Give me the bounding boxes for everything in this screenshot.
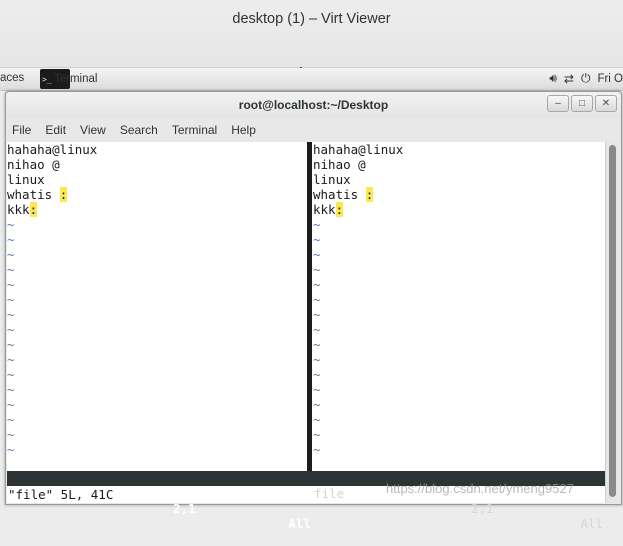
- empty-line-marker: ~: [313, 322, 321, 337]
- statusline-position: 2,1: [173, 501, 196, 516]
- empty-line-marker: ~: [7, 397, 15, 412]
- buffer-line: hahaha@linux: [313, 142, 605, 157]
- close-button[interactable]: ✕: [595, 95, 617, 112]
- empty-line-marker: ~: [313, 442, 321, 457]
- empty-line-marker: ~: [313, 352, 321, 367]
- empty-line-marker: ~: [7, 217, 15, 232]
- terminal-titlebar[interactable]: root@localhost:~/Desktop – □ ✕: [6, 92, 621, 118]
- statusline-percent: All: [288, 516, 311, 531]
- menu-file[interactable]: File: [6, 123, 38, 137]
- buffer-line: whatis :: [313, 187, 605, 202]
- empty-line-marker: ~: [7, 412, 15, 427]
- empty-line-marker: ~: [7, 232, 15, 247]
- empty-line-marker: ~: [7, 382, 15, 397]
- buffer-line: whatis :: [7, 187, 306, 202]
- buffer-text: nihao @: [313, 157, 366, 172]
- empty-line-marker: ~: [313, 292, 321, 307]
- buffer-text: nihao @: [7, 157, 60, 172]
- menu-edit[interactable]: Edit: [38, 123, 73, 137]
- empty-line-marker: ~: [7, 307, 15, 322]
- empty-line-marker: ~: [7, 262, 15, 277]
- virt-viewer-title: desktop (1) – Virt Viewer: [232, 11, 391, 27]
- buffer-line: nihao @: [313, 157, 605, 172]
- empty-line-marker: ~: [313, 262, 321, 277]
- buffer-text: linux: [7, 172, 45, 187]
- empty-line-marker: ~: [313, 277, 321, 292]
- statusline-position: 2,1: [471, 501, 494, 516]
- buffer-text: hahaha@linux: [7, 142, 98, 157]
- empty-line-marker: ~: [7, 442, 15, 457]
- power-icon[interactable]: ⏻: [581, 71, 591, 86]
- highlighted-char: :: [59, 187, 68, 202]
- empty-line-marker: ~: [313, 232, 321, 247]
- empty-line-marker: ~: [7, 277, 15, 292]
- volume-icon[interactable]: 🔊︎: [549, 71, 557, 86]
- virt-viewer-titlebar[interactable]: desktop (1) – Virt Viewer: [0, 0, 623, 68]
- terminal-window: root@localhost:~/Desktop – □ ✕ File Edit…: [5, 91, 622, 531]
- empty-line-marker: ~: [7, 352, 15, 367]
- vertical-split-divider[interactable]: [306, 142, 313, 471]
- empty-line-marker: ~: [7, 367, 15, 382]
- buffer-line: linux: [313, 172, 605, 187]
- empty-line-marker: ~: [313, 307, 321, 322]
- empty-line-marker: ~: [313, 412, 321, 427]
- clock[interactable]: Fri O: [597, 73, 623, 85]
- terminal-title: root@localhost:~/Desktop: [238, 98, 389, 112]
- taskbar-item-label: Terminal: [54, 73, 98, 85]
- buffer-text: whatis: [313, 187, 366, 202]
- terminal-area[interactable]: hahaha@linux nihao @ linux whatis : kkk: ~ ~ ~ ~…: [7, 142, 619, 531]
- buffer-text: kkk: [7, 202, 30, 217]
- highlighted-char: :: [335, 202, 344, 217]
- menu-help[interactable]: Help: [224, 123, 263, 137]
- buffer-line: hahaha@linux: [7, 142, 306, 157]
- system-tray: 🔊︎ ⇄ ⏻ Fri O: [549, 71, 623, 86]
- menu-search[interactable]: Search: [113, 123, 165, 137]
- empty-line-marker: ~: [7, 322, 15, 337]
- window-controls: – □ ✕: [547, 95, 617, 112]
- buffer-line: linux: [7, 172, 306, 187]
- buffer-line: nihao @: [7, 157, 306, 172]
- buffer-text: hahaha@linux: [313, 142, 404, 157]
- scrollbar-thumb[interactable]: [609, 145, 616, 497]
- highlighted-char: :: [365, 187, 374, 202]
- vim-right-pane[interactable]: hahaha@linux nihao @ linux whatis : kkk: ~ ~ ~ ~…: [313, 142, 605, 471]
- empty-line-marker: ~: [7, 247, 15, 262]
- left-statusline: file 2,1 All: [7, 471, 313, 531]
- buffer-line: kkk:: [313, 202, 605, 217]
- maximize-button[interactable]: □: [571, 95, 593, 112]
- empty-line-marker: ~: [313, 427, 321, 442]
- watermark-text: https://blog.csdn.net/ymeng9527: [386, 481, 574, 496]
- empty-line-marker: ~: [313, 247, 321, 262]
- top-panel: aces >_ Terminal 🔊︎ ⇄ ⏻ Fri O: [0, 68, 623, 91]
- minimize-button[interactable]: –: [547, 95, 569, 112]
- menu-view[interactable]: View: [73, 123, 113, 137]
- buffer-text: whatis: [7, 187, 60, 202]
- empty-line-marker: ~: [313, 382, 321, 397]
- buffer-text: linux: [313, 172, 351, 187]
- network-icon[interactable]: ⇄: [564, 72, 574, 86]
- empty-line-marker: ~: [7, 427, 15, 442]
- empty-line-marker: ~: [313, 367, 321, 382]
- empty-line-marker: ~: [313, 337, 321, 352]
- vim-left-pane[interactable]: hahaha@linux nihao @ linux whatis : kkk: ~ ~ ~ ~…: [7, 142, 306, 471]
- activities-button[interactable]: aces: [0, 72, 24, 84]
- statusline-percent: All: [580, 516, 603, 531]
- buffer-text: kkk: [313, 202, 336, 217]
- buffer-line: kkk:: [7, 202, 306, 217]
- menu-terminal[interactable]: Terminal: [165, 123, 224, 137]
- empty-line-marker: ~: [313, 217, 321, 232]
- terminal-scrollbar[interactable]: [605, 142, 619, 503]
- highlighted-char: :: [29, 202, 38, 217]
- empty-line-marker: ~: [7, 337, 15, 352]
- taskbar-item-terminal[interactable]: >_ Terminal: [36, 68, 105, 90]
- empty-line-marker: ~: [7, 292, 15, 307]
- menu-bar: File Edit View Search Terminal Help: [6, 119, 621, 141]
- empty-line-marker: ~: [313, 397, 321, 412]
